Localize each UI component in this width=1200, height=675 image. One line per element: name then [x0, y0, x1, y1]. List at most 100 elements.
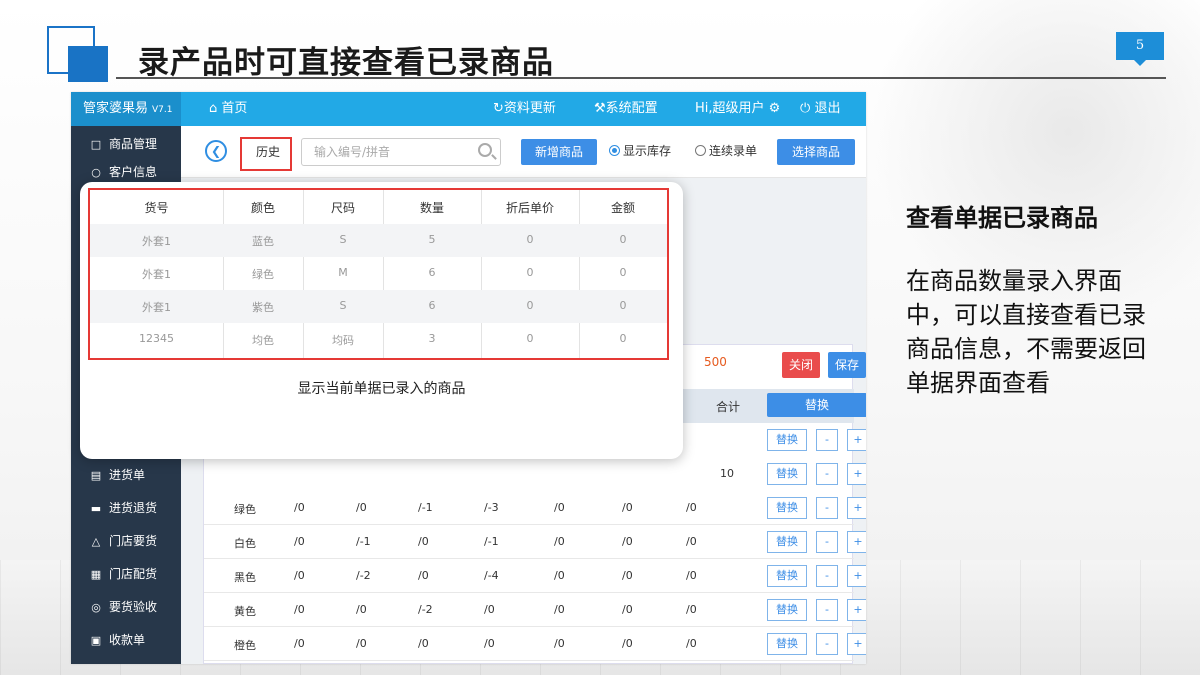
close-button[interactable]: 关闭 — [782, 352, 820, 378]
col-header: 货号 — [144, 201, 169, 215]
stock-cell[interactable]: /0 — [418, 637, 429, 650]
plus-button[interactable]: + — [847, 497, 866, 519]
sidebar-item-store-distribution[interactable]: ▦ 门店配货 — [71, 558, 181, 591]
stock-cell[interactable]: /0 — [294, 603, 305, 616]
back-button[interactable]: ❮ — [205, 140, 227, 162]
logout-button[interactable]: ⏻ 退出 — [800, 92, 840, 126]
stock-cell[interactable]: /0 — [418, 535, 429, 548]
plus-button[interactable]: + — [847, 463, 866, 485]
stock-cell[interactable]: /0 — [686, 603, 697, 616]
minus-button[interactable]: - — [816, 531, 838, 553]
show-stock-radio[interactable]: 显示库存 — [609, 142, 671, 159]
stock-cell[interactable]: /0 — [356, 603, 367, 616]
show-stock-label: 显示库存 — [623, 144, 672, 158]
stock-cell[interactable]: /-2 — [356, 569, 371, 582]
home-link[interactable]: ⌂ 首页 — [209, 92, 247, 126]
minus-button[interactable]: - — [816, 497, 838, 519]
stock-cell[interactable]: /0 — [484, 603, 495, 616]
plus-button[interactable]: + — [847, 633, 866, 655]
stock-cell[interactable]: /-2 — [418, 603, 433, 616]
user-menu[interactable]: Hi,超级用户 ⚙ — [695, 92, 780, 126]
stock-cell[interactable]: /-3 — [484, 501, 499, 514]
app-logo: 管家婆果易 V7.1 — [71, 92, 181, 126]
sidebar-item-purchase[interactable]: ▤ 进货单 — [71, 459, 181, 492]
table-row: 白色/0 /-1/0 /-1/0/0/0 替换 - + — [204, 525, 866, 559]
popup-cell: 6 — [428, 299, 436, 312]
sidebar-item-label: 进货单 — [109, 468, 146, 482]
plus-button[interactable]: + — [847, 531, 866, 553]
stock-cell[interactable]: /-1 — [356, 535, 371, 548]
replace-button[interactable]: 替换 — [767, 633, 807, 655]
stock-cell[interactable]: /0 — [686, 569, 697, 582]
popup-row: 外套1 紫色 S 6 0 0 — [90, 290, 667, 323]
color-cell: 绿色 — [234, 503, 256, 516]
minus-button[interactable]: - — [816, 565, 838, 587]
minus-button[interactable]: - — [816, 599, 838, 621]
return-icon: ▬ — [90, 502, 102, 515]
stock-cell[interactable]: /0 — [294, 501, 305, 514]
stock-cell[interactable]: /0 — [294, 637, 305, 650]
popup-cell: 0 — [526, 332, 534, 345]
minus-button[interactable]: - — [816, 429, 838, 451]
settings-label: 系统配置 — [605, 101, 658, 116]
continuous-entry-radio[interactable]: 连续录单 — [695, 142, 757, 159]
stock-cell[interactable]: /0 — [356, 637, 367, 650]
sidebar-item-request-check[interactable]: ◎ 要货验收 — [71, 591, 181, 624]
store-icon: △ — [91, 535, 101, 548]
minus-button[interactable]: - — [816, 463, 838, 485]
stock-cell[interactable]: /0 — [554, 501, 565, 514]
replace-button[interactable]: 替换 — [767, 565, 807, 587]
stock-cell[interactable]: /0 — [686, 535, 697, 548]
stock-cell[interactable]: /0 — [356, 501, 367, 514]
select-product-button[interactable]: 选择商品 — [777, 139, 855, 165]
save-button[interactable]: 保存 — [828, 352, 866, 378]
check-icon: ◎ — [91, 601, 101, 614]
stock-cell[interactable]: /-1 — [418, 501, 433, 514]
color-cell: 橙色 — [234, 639, 256, 652]
stock-cell[interactable]: /0 — [622, 637, 633, 650]
system-settings-button[interactable]: ⚒系统配置 — [594, 92, 658, 126]
replace-button[interactable]: 替换 — [767, 429, 807, 451]
plus-button[interactable]: + — [847, 429, 866, 451]
table-row: 绿色/0/0 /-1 /-3/0/0/0 替换 - + — [204, 491, 866, 525]
refresh-data-button[interactable]: ↻资料更新 — [493, 92, 556, 126]
replace-all-button[interactable]: 替换 — [767, 393, 866, 417]
stock-cell[interactable]: /0 — [418, 569, 429, 582]
stock-cell[interactable]: /0 — [622, 535, 633, 548]
stock-cell[interactable]: /0 — [686, 501, 697, 514]
new-product-button[interactable]: 新增商品 — [521, 139, 597, 165]
sidebar-item-receipt[interactable]: ▣ 收款单 — [71, 624, 181, 657]
stock-cell[interactable]: /0 — [554, 535, 565, 548]
stock-cell[interactable]: /0 — [554, 637, 565, 650]
stock-cell[interactable]: /0 — [554, 603, 565, 616]
top-bar: 管家婆果易 V7.1 ⌂ 首页 ↻资料更新 ⚒系统配置 Hi,超级用户 ⚙ ⏻ 退… — [71, 92, 866, 126]
row-total: 10 — [720, 467, 734, 480]
popup-cell: 0 — [526, 233, 534, 246]
sidebar-item-purchase-return[interactable]: ▬ 进货退货 — [71, 492, 181, 525]
truck-icon: ▦ — [90, 568, 102, 581]
stock-cell[interactable]: /0 — [484, 637, 495, 650]
plus-button[interactable]: + — [847, 565, 866, 587]
popup-cell: M — [338, 266, 348, 279]
minus-button[interactable]: - — [816, 633, 838, 655]
search-placeholder: 输入编号/拼音 — [314, 145, 391, 159]
stock-cell[interactable]: /-4 — [484, 569, 499, 582]
stock-cell[interactable]: /0 — [622, 569, 633, 582]
sidebar-item-store-request[interactable]: △ 门店要货 — [71, 525, 181, 558]
search-input[interactable]: 输入编号/拼音 — [301, 138, 501, 166]
explanation-title: 查看单据已录商品 — [906, 204, 1098, 232]
stock-cell[interactable]: /0 — [622, 501, 633, 514]
total-header: 合计 — [716, 400, 741, 414]
stock-cell[interactable]: /0 — [294, 569, 305, 582]
stock-cell[interactable]: /0 — [622, 603, 633, 616]
replace-button[interactable]: 替换 — [767, 463, 807, 485]
stock-cell[interactable]: /0 — [686, 637, 697, 650]
stock-cell[interactable]: /-1 — [484, 535, 499, 548]
plus-button[interactable]: + — [847, 599, 866, 621]
popup-cell: 外套1 — [142, 268, 171, 281]
stock-cell[interactable]: /0 — [294, 535, 305, 548]
replace-button[interactable]: 替换 — [767, 599, 807, 621]
replace-button[interactable]: 替换 — [767, 497, 807, 519]
stock-cell[interactable]: /0 — [554, 569, 565, 582]
replace-button[interactable]: 替换 — [767, 531, 807, 553]
